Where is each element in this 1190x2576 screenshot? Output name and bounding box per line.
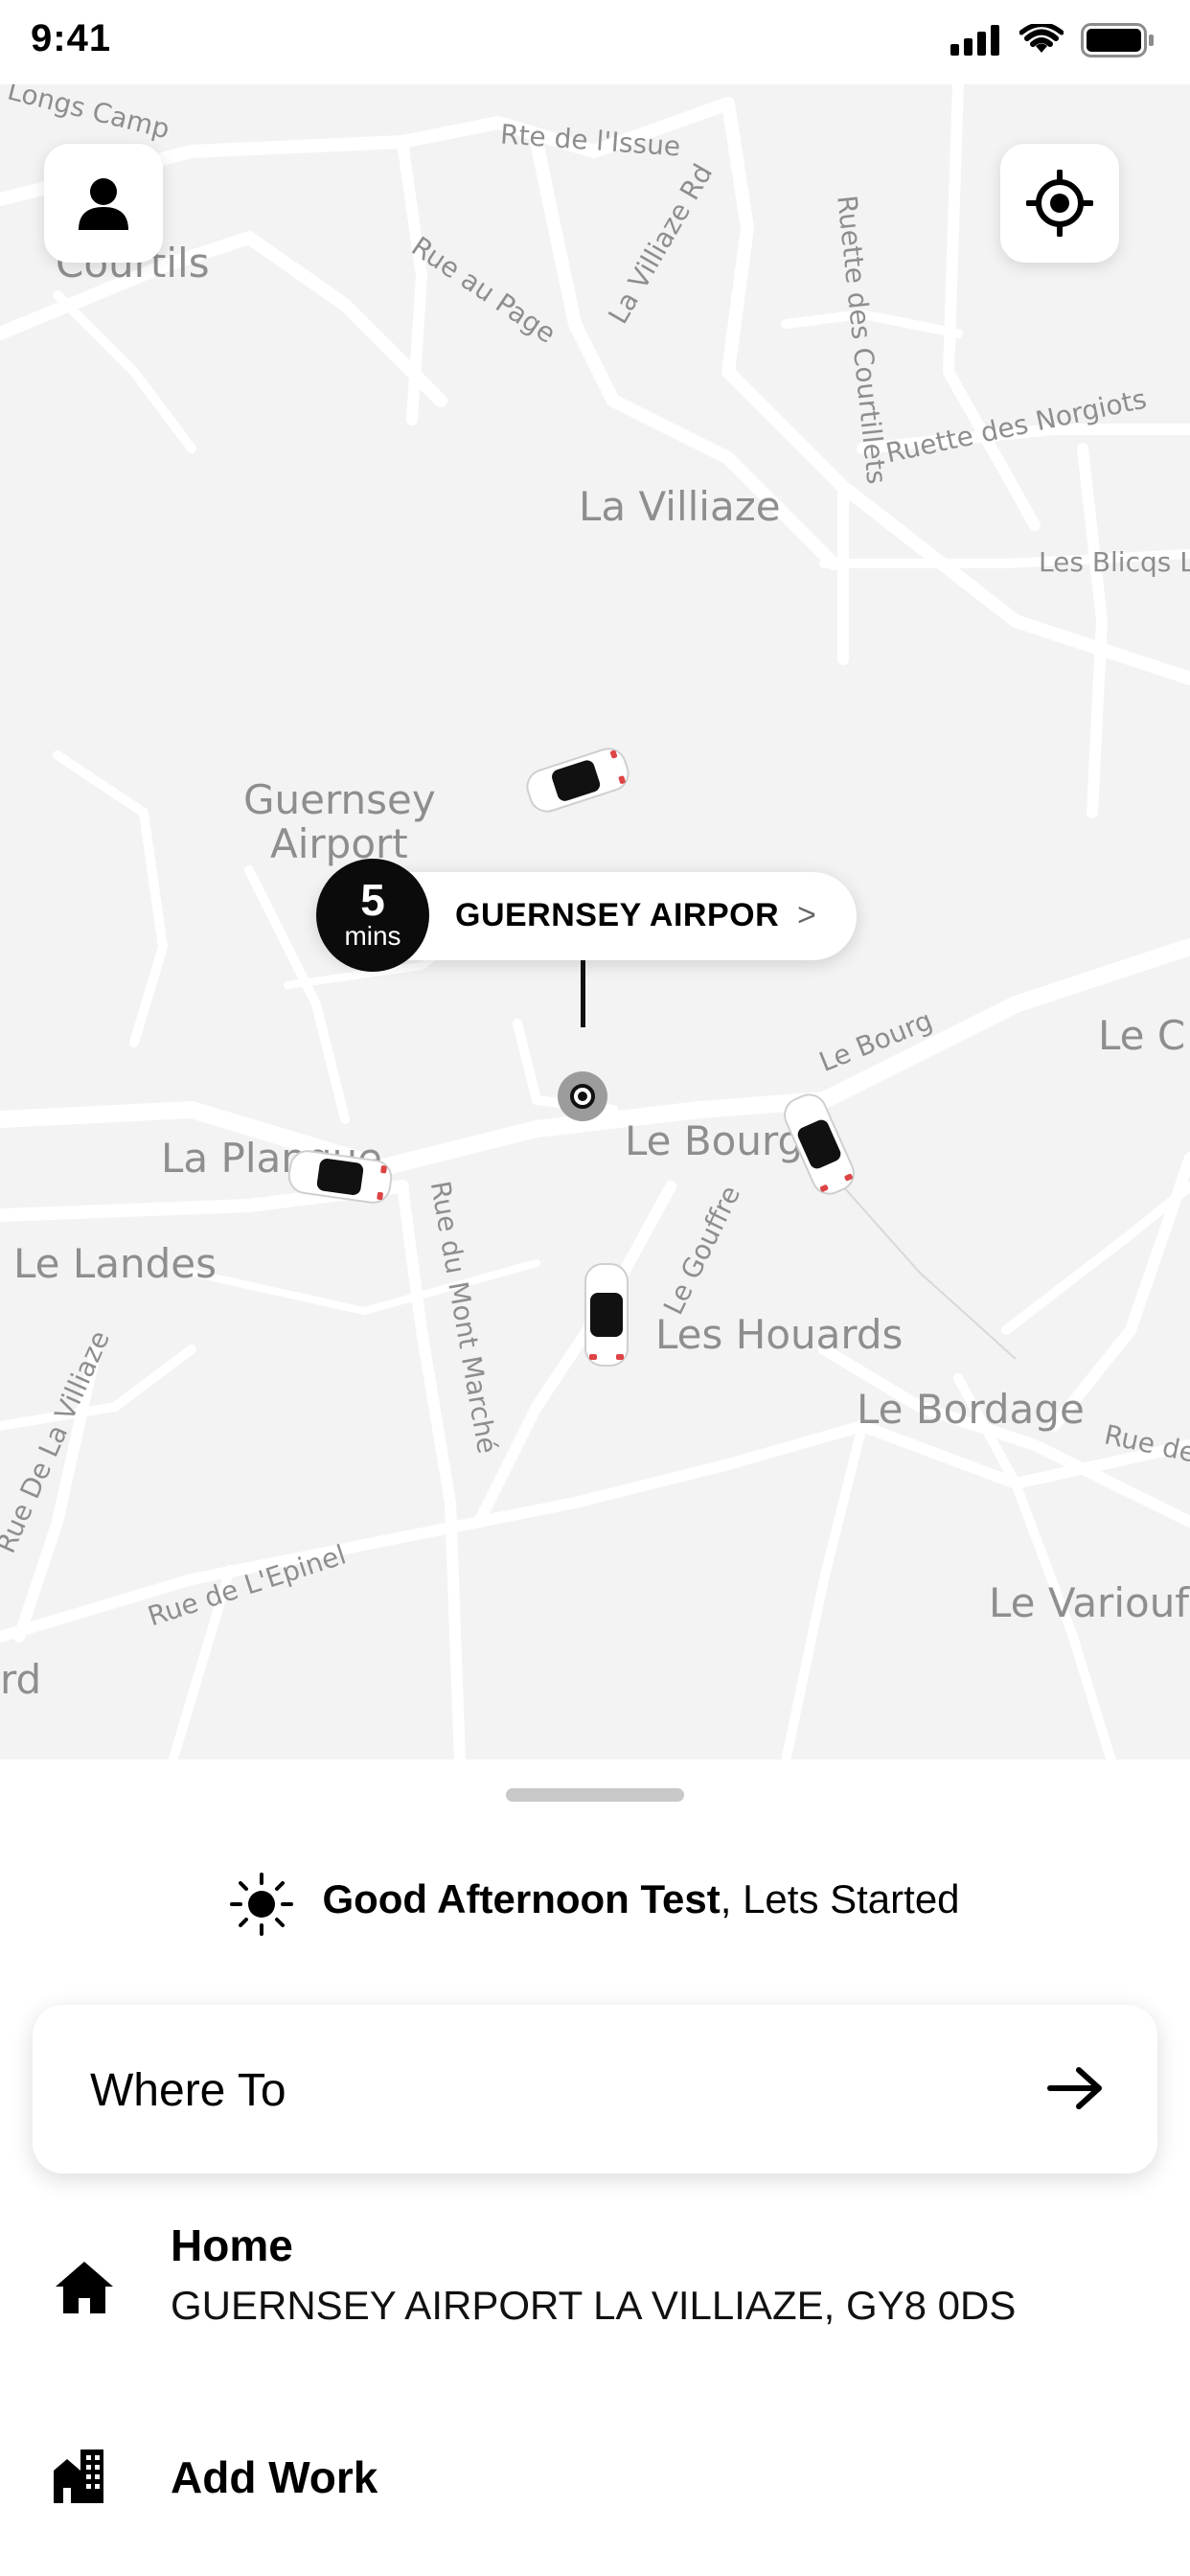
- saved-place-address: GUERNSEY AIRPORT LA VILLIAZE, GY8 0DS: [171, 2283, 1017, 2328]
- arrow-right-icon[interactable]: [1046, 2066, 1104, 2110]
- map-label: Le Landes: [13, 1240, 217, 1287]
- user-icon: [79, 178, 128, 230]
- map-label: Le C: [1098, 1012, 1186, 1059]
- pickup-location-name: GUERNSEY AIRPOR: [455, 897, 780, 933]
- wifi-icon: [1019, 24, 1064, 53]
- home-icon: [56, 2262, 113, 2313]
- status-time: 9:41: [31, 17, 112, 59]
- pickup-pin: [558, 1071, 607, 1121]
- locate-me-button[interactable]: [1000, 144, 1119, 263]
- map-label: Guernsey: [243, 776, 436, 823]
- bottom-sheet: Good Afternoon Test, Lets Started Where …: [0, 1760, 1190, 2576]
- map-label: Le Bourg: [625, 1117, 804, 1164]
- car-icon: [584, 1263, 629, 1367]
- map-label: La Villiaze: [579, 483, 781, 530]
- greeting-rest: , Lets Started: [720, 1876, 960, 1921]
- crosshair-icon: [1026, 170, 1093, 237]
- saved-place-home[interactable]: Home GUERNSEY AIRPORT LA VILLIAZE, GY8 0…: [0, 2210, 1190, 2363]
- saved-place-add-work[interactable]: Add Work: [0, 2421, 1190, 2536]
- map-label: Le Variouf: [989, 1579, 1190, 1626]
- where-to-label: Where To: [90, 2065, 286, 2116]
- greeting-name: Good Afternoon Test: [322, 1876, 721, 1921]
- greeting-text: Good Afternoon Test, Lets Started: [0, 1876, 1190, 1922]
- pickup-pin-stem: [581, 960, 585, 1027]
- status-bar: 9:41: [0, 0, 1190, 84]
- map-label: Le Bordage: [857, 1386, 1085, 1433]
- status-icons: [950, 23, 1156, 58]
- signal-icon: [950, 25, 999, 56]
- sheet-drag-handle[interactable]: [506, 1788, 684, 1802]
- map-label: Les Blicqs L: [1039, 546, 1190, 578]
- eta-unit: mins: [344, 921, 401, 951]
- profile-button[interactable]: [44, 144, 163, 263]
- battery-icon: [1081, 23, 1154, 58]
- map-label: Les Houards: [655, 1311, 904, 1358]
- building-icon: [54, 2450, 103, 2503]
- saved-place-title: Add Work: [171, 2452, 378, 2502]
- map-label: rd: [0, 1656, 42, 1703]
- eta-badge: 5 mins: [316, 859, 429, 972]
- chevron-right-icon: >: [797, 897, 816, 933]
- saved-place-title: Home: [171, 2220, 293, 2270]
- where-to-search[interactable]: Where To: [33, 2005, 1157, 2174]
- eta-value: 5: [360, 875, 385, 925]
- map-view[interactable]: Longs Camp Las Courtils Rte de l'Issue R…: [0, 84, 1190, 1761]
